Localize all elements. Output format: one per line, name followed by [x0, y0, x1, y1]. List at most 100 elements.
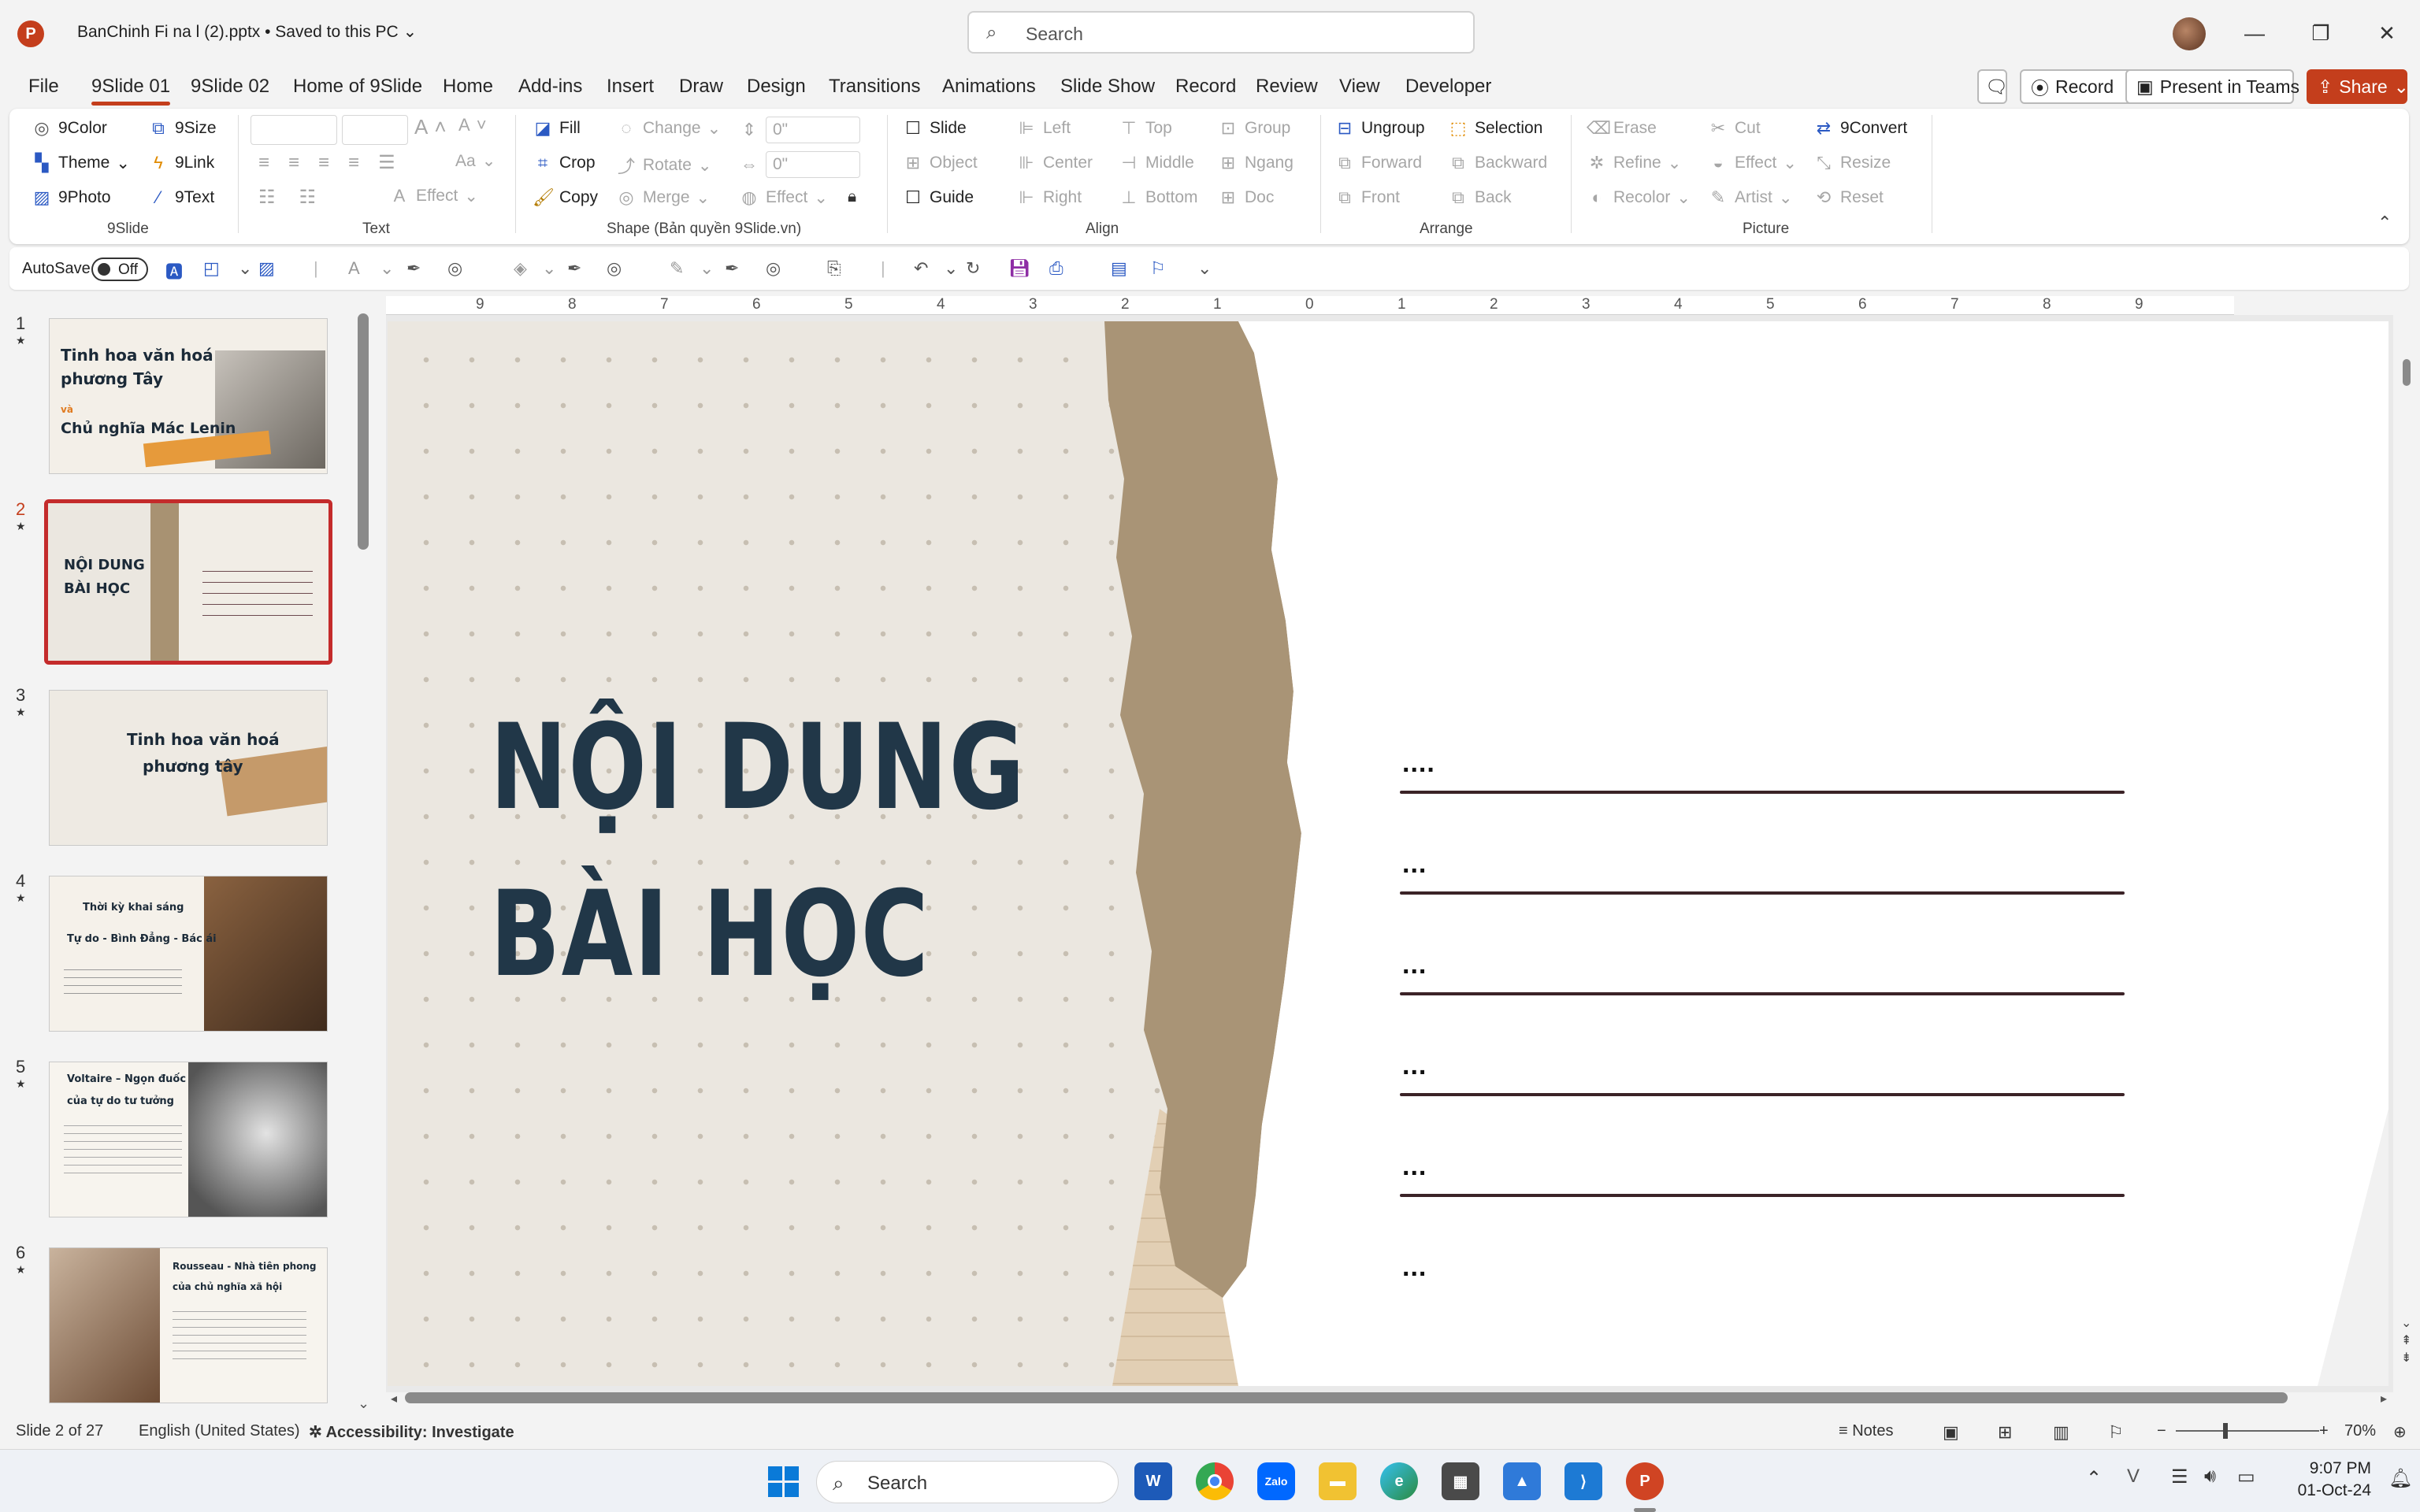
windows-start-icon[interactable] — [764, 1462, 802, 1500]
zoom-out-icon[interactable]: − — [2157, 1422, 2166, 1440]
chevron-down-icon[interactable]: ⌄ — [403, 23, 418, 41]
slide-sorter-icon[interactable]: ⊞ — [1998, 1422, 2012, 1443]
content-item-3[interactable]: ... — [1402, 950, 1427, 980]
notes-button[interactable]: ≡ Notes — [1839, 1422, 1893, 1440]
cut-button[interactable]: ✂ Cut — [1708, 118, 1761, 139]
9color-button[interactable]: ◎ 9Color — [32, 118, 106, 139]
collapse-ribbon-icon[interactable]: ⌃ — [2377, 213, 2392, 233]
tab-insert[interactable]: Insert — [607, 76, 654, 98]
numbering-icon[interactable]: ☷ — [299, 186, 317, 209]
group-button[interactable]: ⊡ Group — [1218, 118, 1291, 139]
fill-button[interactable]: ◪ Fill — [533, 118, 581, 139]
chevron-down-icon[interactable]: ⌄ — [238, 258, 252, 279]
9convert-button[interactable]: ⇄ 9Convert — [1813, 118, 1907, 139]
shapes-icon[interactable]: ◰ — [203, 258, 220, 279]
align-slide-checkbox[interactable]: ☐ Slide — [903, 118, 967, 139]
scroll-down-icon[interactable]: ⌄ — [358, 1395, 369, 1412]
normal-view-icon[interactable]: ▣ — [1943, 1422, 1959, 1443]
send-to-back-button[interactable]: ⧉ Back — [1448, 187, 1512, 208]
shape-height-field[interactable]: ⇕ 0" — [739, 117, 860, 143]
slide-title-line-1[interactable]: NỘI DUNG — [490, 699, 1026, 836]
slide-thumbnail-3[interactable]: Tinh hoa văn hoá phương tây — [49, 690, 328, 846]
share-button[interactable]: ⇪ Share ⌄ — [2307, 69, 2409, 104]
align-bottom-button[interactable]: ⊥ Bottom — [1119, 187, 1197, 208]
content-item-5[interactable]: ... — [1402, 1151, 1427, 1182]
comments-button[interactable]: 🗨 — [1977, 69, 2008, 104]
reset-button[interactable]: ⟲ Reset — [1813, 187, 1884, 208]
tray-chevron-icon[interactable]: ⌃ — [2086, 1467, 2102, 1490]
slideshow-view-icon[interactable]: ⚐ — [2108, 1422, 2124, 1443]
document-title[interactable]: BanChinh Fi na l (2).pptx • Saved to thi… — [77, 22, 417, 42]
tab-record[interactable]: Record — [1175, 76, 1236, 98]
undo-icon[interactable]: ↶ — [914, 258, 928, 279]
align-top-button[interactable]: ⊤ Top — [1119, 118, 1171, 139]
slide-vertical-scrollbar[interactable]: ⌄ ⇞ ⇟ — [2401, 298, 2412, 1400]
rotate-button[interactable]: ⤴ Rotate ⌄ — [616, 153, 712, 178]
language-indicator[interactable]: English (United States) — [139, 1422, 300, 1440]
font-size-down-button[interactable]: A ˅ — [458, 115, 487, 135]
thumbnails-scrollbar[interactable] — [358, 313, 369, 550]
present-in-teams-button[interactable]: ▣ Present in Teams — [2125, 69, 2299, 104]
eyedropper-icon[interactable]: ✒ — [725, 258, 739, 279]
taskbar-search[interactable]: ⌕ Search — [816, 1461, 1119, 1503]
font-color-icon[interactable]: A — [348, 258, 360, 279]
content-item-1[interactable]: .... — [1402, 748, 1435, 779]
font-size-up-button[interactable]: A ˄ — [414, 115, 447, 139]
picture-effect-button[interactable]: ◒ Effect ⌄ — [1708, 153, 1797, 173]
horizontal-scrollbar[interactable] — [405, 1392, 2288, 1403]
vpn-icon[interactable]: V — [2127, 1466, 2140, 1488]
align-object-checkbox[interactable]: ⊞ Object — [903, 153, 978, 173]
redo-icon[interactable]: ↻ — [966, 258, 980, 279]
slide-thumbnail-4[interactable]: Thời kỳ khai sáng Tự do - Bình Đẳng - Bá… — [49, 876, 328, 1032]
tab-view[interactable]: View — [1339, 76, 1380, 98]
scrollbar-thumb[interactable] — [2403, 359, 2411, 386]
minimize-button[interactable]: — — [2236, 16, 2273, 50]
send-backward-button[interactable]: ⧉ Backward — [1448, 153, 1547, 173]
theme-button[interactable]: ▚ Theme ⌄ — [32, 153, 130, 173]
format-painter-icon[interactable]: ◎ — [447, 258, 462, 279]
chevron-down-icon[interactable]: ⌄ — [542, 258, 556, 279]
save-as-icon[interactable]: ⎙ — [1049, 258, 1063, 279]
merge-button[interactable]: ◎ Merge ⌄ — [616, 187, 710, 208]
ungroup-button[interactable]: ⊟ Ungroup — [1334, 118, 1425, 139]
tab-developer[interactable]: Developer — [1405, 76, 1491, 98]
slide-thumbnail-2[interactable]: NỘI DUNG BÀI HỌC — [44, 499, 332, 665]
close-button[interactable]: ✕ — [2368, 16, 2406, 50]
powerpoint-taskbar-icon[interactable]: P — [1626, 1462, 1664, 1500]
slide-thumbnail-1[interactable]: Tinh hoa văn hoá phương Tây và Chủ nghĩa… — [49, 318, 328, 474]
photos-icon[interactable]: ▲ — [1503, 1462, 1541, 1500]
chevron-down-icon[interactable]: ⌄ — [380, 258, 394, 279]
recolor-button[interactable]: ◐ Recolor ⌄ — [1587, 187, 1691, 208]
distribute-vertical-button[interactable]: ⊞ Doc — [1218, 187, 1275, 208]
slide-thumbnail-6[interactable]: Rousseau - Nhà tiên phong của chủ nghĩa … — [49, 1247, 328, 1403]
shape-width-field[interactable]: ⇔ 0" — [739, 151, 860, 178]
format-painter-icon[interactable]: ◎ — [607, 258, 622, 279]
restore-button[interactable]: ❐ — [2302, 16, 2340, 50]
word-icon[interactable]: W — [1134, 1462, 1172, 1500]
tab-transitions[interactable]: Transitions — [829, 76, 920, 98]
change-button[interactable]: ◌ Change ⌄ — [616, 118, 721, 139]
list-buttons[interactable]: ☷ ☷ — [258, 186, 316, 209]
tab-home-of-9slide[interactable]: Home of 9Slide — [293, 76, 422, 98]
eyedropper-icon[interactable]: ✒ — [406, 258, 421, 279]
distributed-icon[interactable]: ☰ — [378, 151, 395, 174]
present-from-current-icon[interactable]: ⚐ — [1150, 258, 1166, 279]
paragraph-align-buttons[interactable]: ≡ ≡ ≡ ≡ ☰ — [258, 151, 395, 174]
shape-effect-button[interactable]: ◍ Effect ⌄ — [739, 187, 828, 208]
slide-editor[interactable]: NỘI DUNG BÀI HỌC .... ... ... ... ... ..… — [388, 321, 2388, 1386]
bring-to-front-button[interactable]: ⧉ Front — [1334, 187, 1400, 208]
wifi-icon[interactable]: ☰ — [2171, 1466, 2188, 1488]
9link-button[interactable]: ϟ 9Link — [148, 153, 214, 173]
tab-file[interactable]: File — [28, 76, 59, 98]
resize-button[interactable]: ⤡ Resize — [1813, 153, 1891, 173]
lock-icon[interactable]: 🔒︎ — [848, 187, 856, 206]
tab-9slide-01[interactable]: 9Slide 01 — [91, 76, 171, 106]
crop-button[interactable]: ⌗ Crop — [533, 153, 596, 173]
font-size-select[interactable] — [342, 115, 408, 145]
slide-title-line-2[interactable]: BÀI HỌC — [490, 866, 930, 1003]
align-right-button[interactable]: ⊩ Right — [1016, 187, 1082, 208]
zoom-slider-thumb[interactable] — [2223, 1423, 2228, 1439]
bring-forward-button[interactable]: ⧉ Forward — [1334, 153, 1422, 173]
edge-icon[interactable]: e — [1380, 1462, 1418, 1500]
arrange-icon[interactable]: ⎘ — [827, 258, 841, 279]
